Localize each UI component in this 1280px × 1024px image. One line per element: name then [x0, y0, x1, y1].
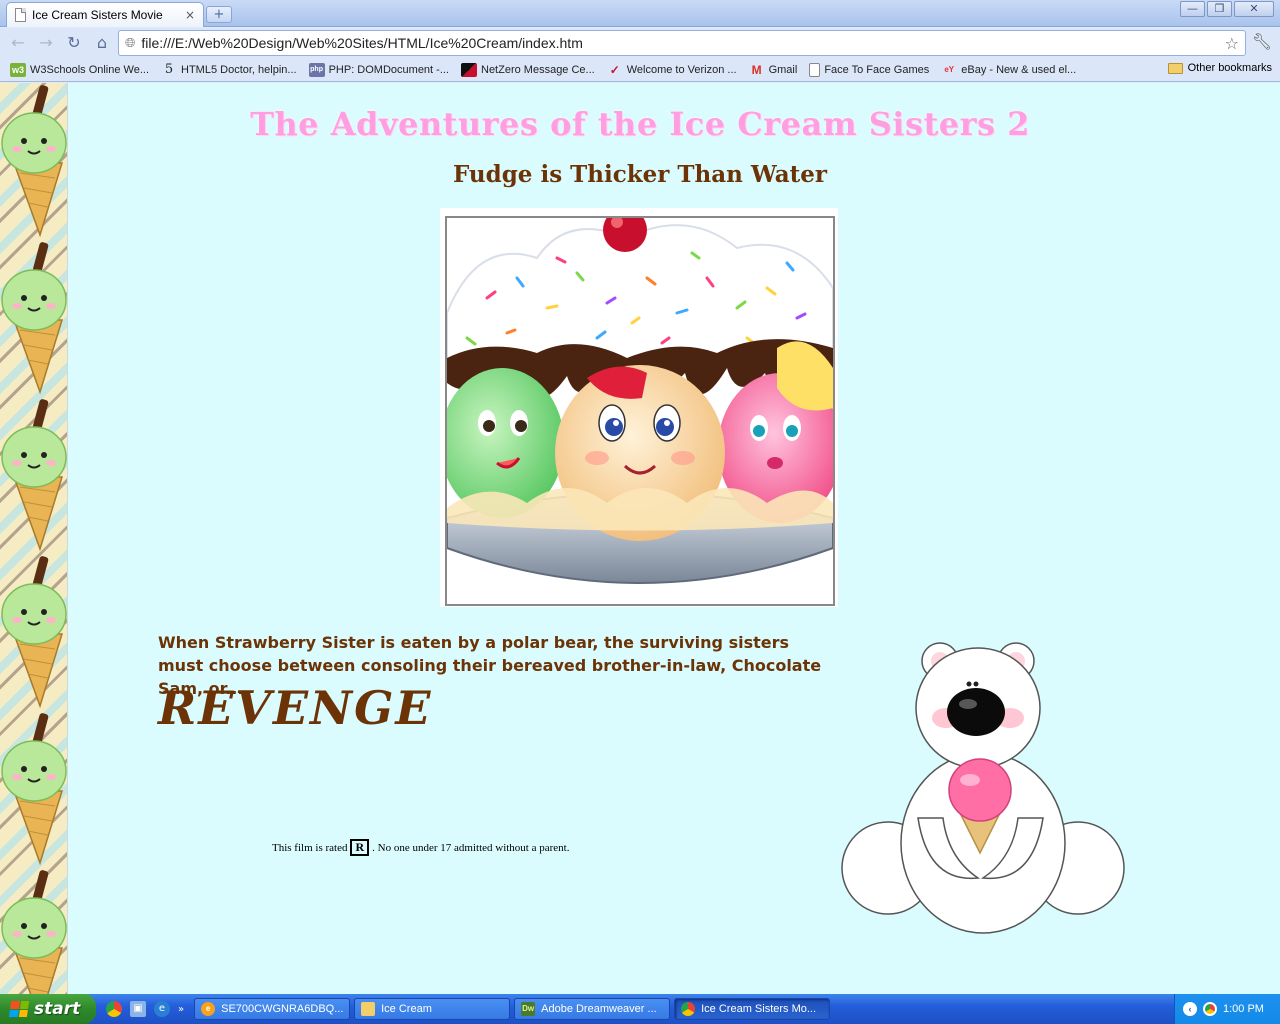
tab-title: Ice Cream Sisters Movie: [32, 8, 163, 22]
bookmark-w3schools[interactable]: w3 W3Schools Online We...: [4, 62, 155, 77]
dreamweaver-icon: Dw: [521, 1002, 536, 1016]
mint-ice-cream-cone-icon: [1, 399, 67, 552]
navigation-toolbar: ← → ↻ ⌂ 🌐︎ file:///E:/Web%20Design/Web%2…: [0, 28, 1280, 58]
maximize-button[interactable]: ❐: [1207, 1, 1232, 17]
bookmark-ebay[interactable]: eY eBay - New & used el...: [935, 63, 1082, 77]
rating-suffix: . No one under 17 admitted without a par…: [372, 841, 570, 854]
url-text[interactable]: file:///E:/Web%20Design/Web%20Sites/HTML…: [141, 35, 1218, 51]
folder-icon: [1167, 62, 1183, 74]
taskbar-item-label: Ice Cream: [381, 1003, 432, 1015]
close-tab-icon[interactable]: ×: [185, 8, 195, 22]
mint-ice-cream-cone-icon: [1, 870, 67, 994]
bookmark-netzero[interactable]: NetZero Message Ce...: [455, 62, 601, 77]
show-desktop-icon[interactable]: ▣: [130, 1001, 146, 1017]
start-label: start: [34, 999, 81, 1019]
windows-flag-icon: [8, 1001, 30, 1017]
rating-prefix: This film is rated: [272, 841, 348, 854]
ice-cream-cone-border: [0, 83, 68, 994]
chrome-icon[interactable]: [106, 1001, 122, 1017]
home-button[interactable]: ⌂: [90, 31, 114, 55]
ie-icon[interactable]: e: [154, 1001, 170, 1017]
taskbar-item-label: Ice Cream Sisters Mo...: [701, 1003, 817, 1015]
address-bar[interactable]: 🌐︎ file:///E:/Web%20Design/Web%20Sites/H…: [118, 30, 1246, 56]
bookmark-label: NetZero Message Ce...: [481, 63, 595, 76]
back-button[interactable]: ←: [6, 31, 30, 55]
w3schools-icon: w3: [10, 62, 26, 77]
bookmarks-bar: w3 W3Schools Online We... 5 HTML5 Doctor…: [0, 58, 1280, 82]
other-bookmarks-label: Other bookmarks: [1187, 62, 1272, 74]
bookmark-html5doctor[interactable]: 5 HTML5 Doctor, helpin...: [155, 61, 303, 77]
rating-notice: This film is rated R . No one under 17 a…: [272, 839, 569, 856]
php-icon: php: [308, 62, 325, 77]
start-button[interactable]: start: [0, 994, 96, 1024]
taskbar-item-label: Adobe Dreamweaver ...: [541, 1003, 657, 1015]
forward-button[interactable]: →: [34, 31, 58, 55]
rating-badge: R: [350, 839, 370, 856]
mint-ice-cream-cone-icon: [1, 556, 67, 709]
verizon-icon: ✓: [609, 62, 620, 77]
bookmark-label: eBay - New & used el...: [961, 63, 1077, 76]
show-hidden-icons-icon[interactable]: ‹: [1183, 1002, 1197, 1016]
revenge-heading: REVENGE: [158, 681, 433, 735]
browser-title-bar: Ice Cream Sisters Movie × + — ❐ ✕: [0, 0, 1280, 27]
ice-cream-sundae-image: [445, 216, 835, 606]
globe-icon: 🌐︎: [125, 35, 136, 51]
bookmark-star-icon[interactable]: ☆: [1225, 34, 1239, 53]
minimize-button[interactable]: —: [1180, 1, 1205, 17]
page-icon: [809, 62, 821, 77]
polar-bear-illustration: [841, 642, 1125, 934]
mint-ice-cream-cone-icon: [1, 713, 67, 866]
bookmark-label: PHP: DOMDocument -...: [328, 63, 449, 76]
clock[interactable]: 1:00 PM: [1223, 1003, 1264, 1015]
wrench-icon[interactable]: 🔧︎: [1252, 32, 1272, 51]
system-tray: ‹ 1:00 PM: [1174, 994, 1280, 1024]
taskbar-item-chrome[interactable]: Ice Cream Sisters Mo...: [674, 998, 831, 1020]
bookmark-verizon[interactable]: ✓ Welcome to Verizon ...: [601, 63, 743, 77]
browser-tab[interactable]: Ice Cream Sisters Movie ×: [6, 2, 204, 27]
quick-launch-more-icon[interactable]: »: [178, 1004, 184, 1015]
window-controls: — ❐ ✕: [1180, 1, 1274, 17]
new-tab-button[interactable]: +: [206, 6, 232, 23]
chrome-tray-icon[interactable]: [1203, 1002, 1217, 1016]
page-icon: [15, 8, 26, 22]
close-window-button[interactable]: ✕: [1234, 1, 1274, 17]
bookmark-label: HTML5 Doctor, helpin...: [181, 63, 297, 76]
mint-ice-cream-cone-icon: [1, 242, 67, 395]
taskbar-item-email[interactable]: e SE700CWGNRA6DBQ...: [194, 998, 351, 1020]
quick-launch: ▣ e »: [96, 994, 194, 1024]
other-bookmarks[interactable]: Other bookmarks: [1167, 62, 1272, 74]
html5doctor-icon: 5: [164, 61, 174, 77]
netzero-icon: [461, 62, 477, 77]
taskbar-item-dreamweaver[interactable]: Dw Adobe Dreamweaver ...: [514, 998, 671, 1020]
bookmark-label: Gmail: [768, 63, 798, 76]
taskbar-item-ice-cream-folder[interactable]: Ice Cream: [354, 998, 511, 1020]
sundae-image-frame: [440, 208, 838, 607]
bookmark-face-to-face-games[interactable]: Face To Face Games: [803, 62, 935, 77]
ie-icon: e: [201, 1002, 216, 1016]
chrome-icon: [681, 1002, 696, 1016]
gmail-icon: M: [751, 62, 762, 77]
reload-button[interactable]: ↻: [62, 31, 86, 55]
page-title: The Adventures of the Ice Cream Sisters …: [250, 105, 1030, 143]
taskbar-item-label: SE700CWGNRA6DBQ...: [221, 1003, 344, 1015]
bookmark-label: W3Schools Online We...: [30, 63, 150, 76]
bookmark-label: Welcome to Verizon ...: [626, 63, 737, 76]
page-subtitle: Fudge is Thicker Than Water: [453, 161, 827, 188]
web-page: The Adventures of the Ice Cream Sisters …: [0, 83, 1280, 994]
sundae-illustration: [447, 218, 833, 604]
ebay-icon: eY: [944, 64, 955, 74]
bookmark-php[interactable]: php PHP: DOMDocument -...: [303, 62, 455, 77]
folder-icon: [361, 1002, 376, 1016]
windows-taskbar: start ▣ e » e SE700CWGNRA6DBQ... Ice Cre…: [0, 994, 1280, 1024]
bookmark-gmail[interactable]: M Gmail: [743, 63, 804, 77]
bookmark-label: Face To Face Games: [824, 63, 930, 76]
